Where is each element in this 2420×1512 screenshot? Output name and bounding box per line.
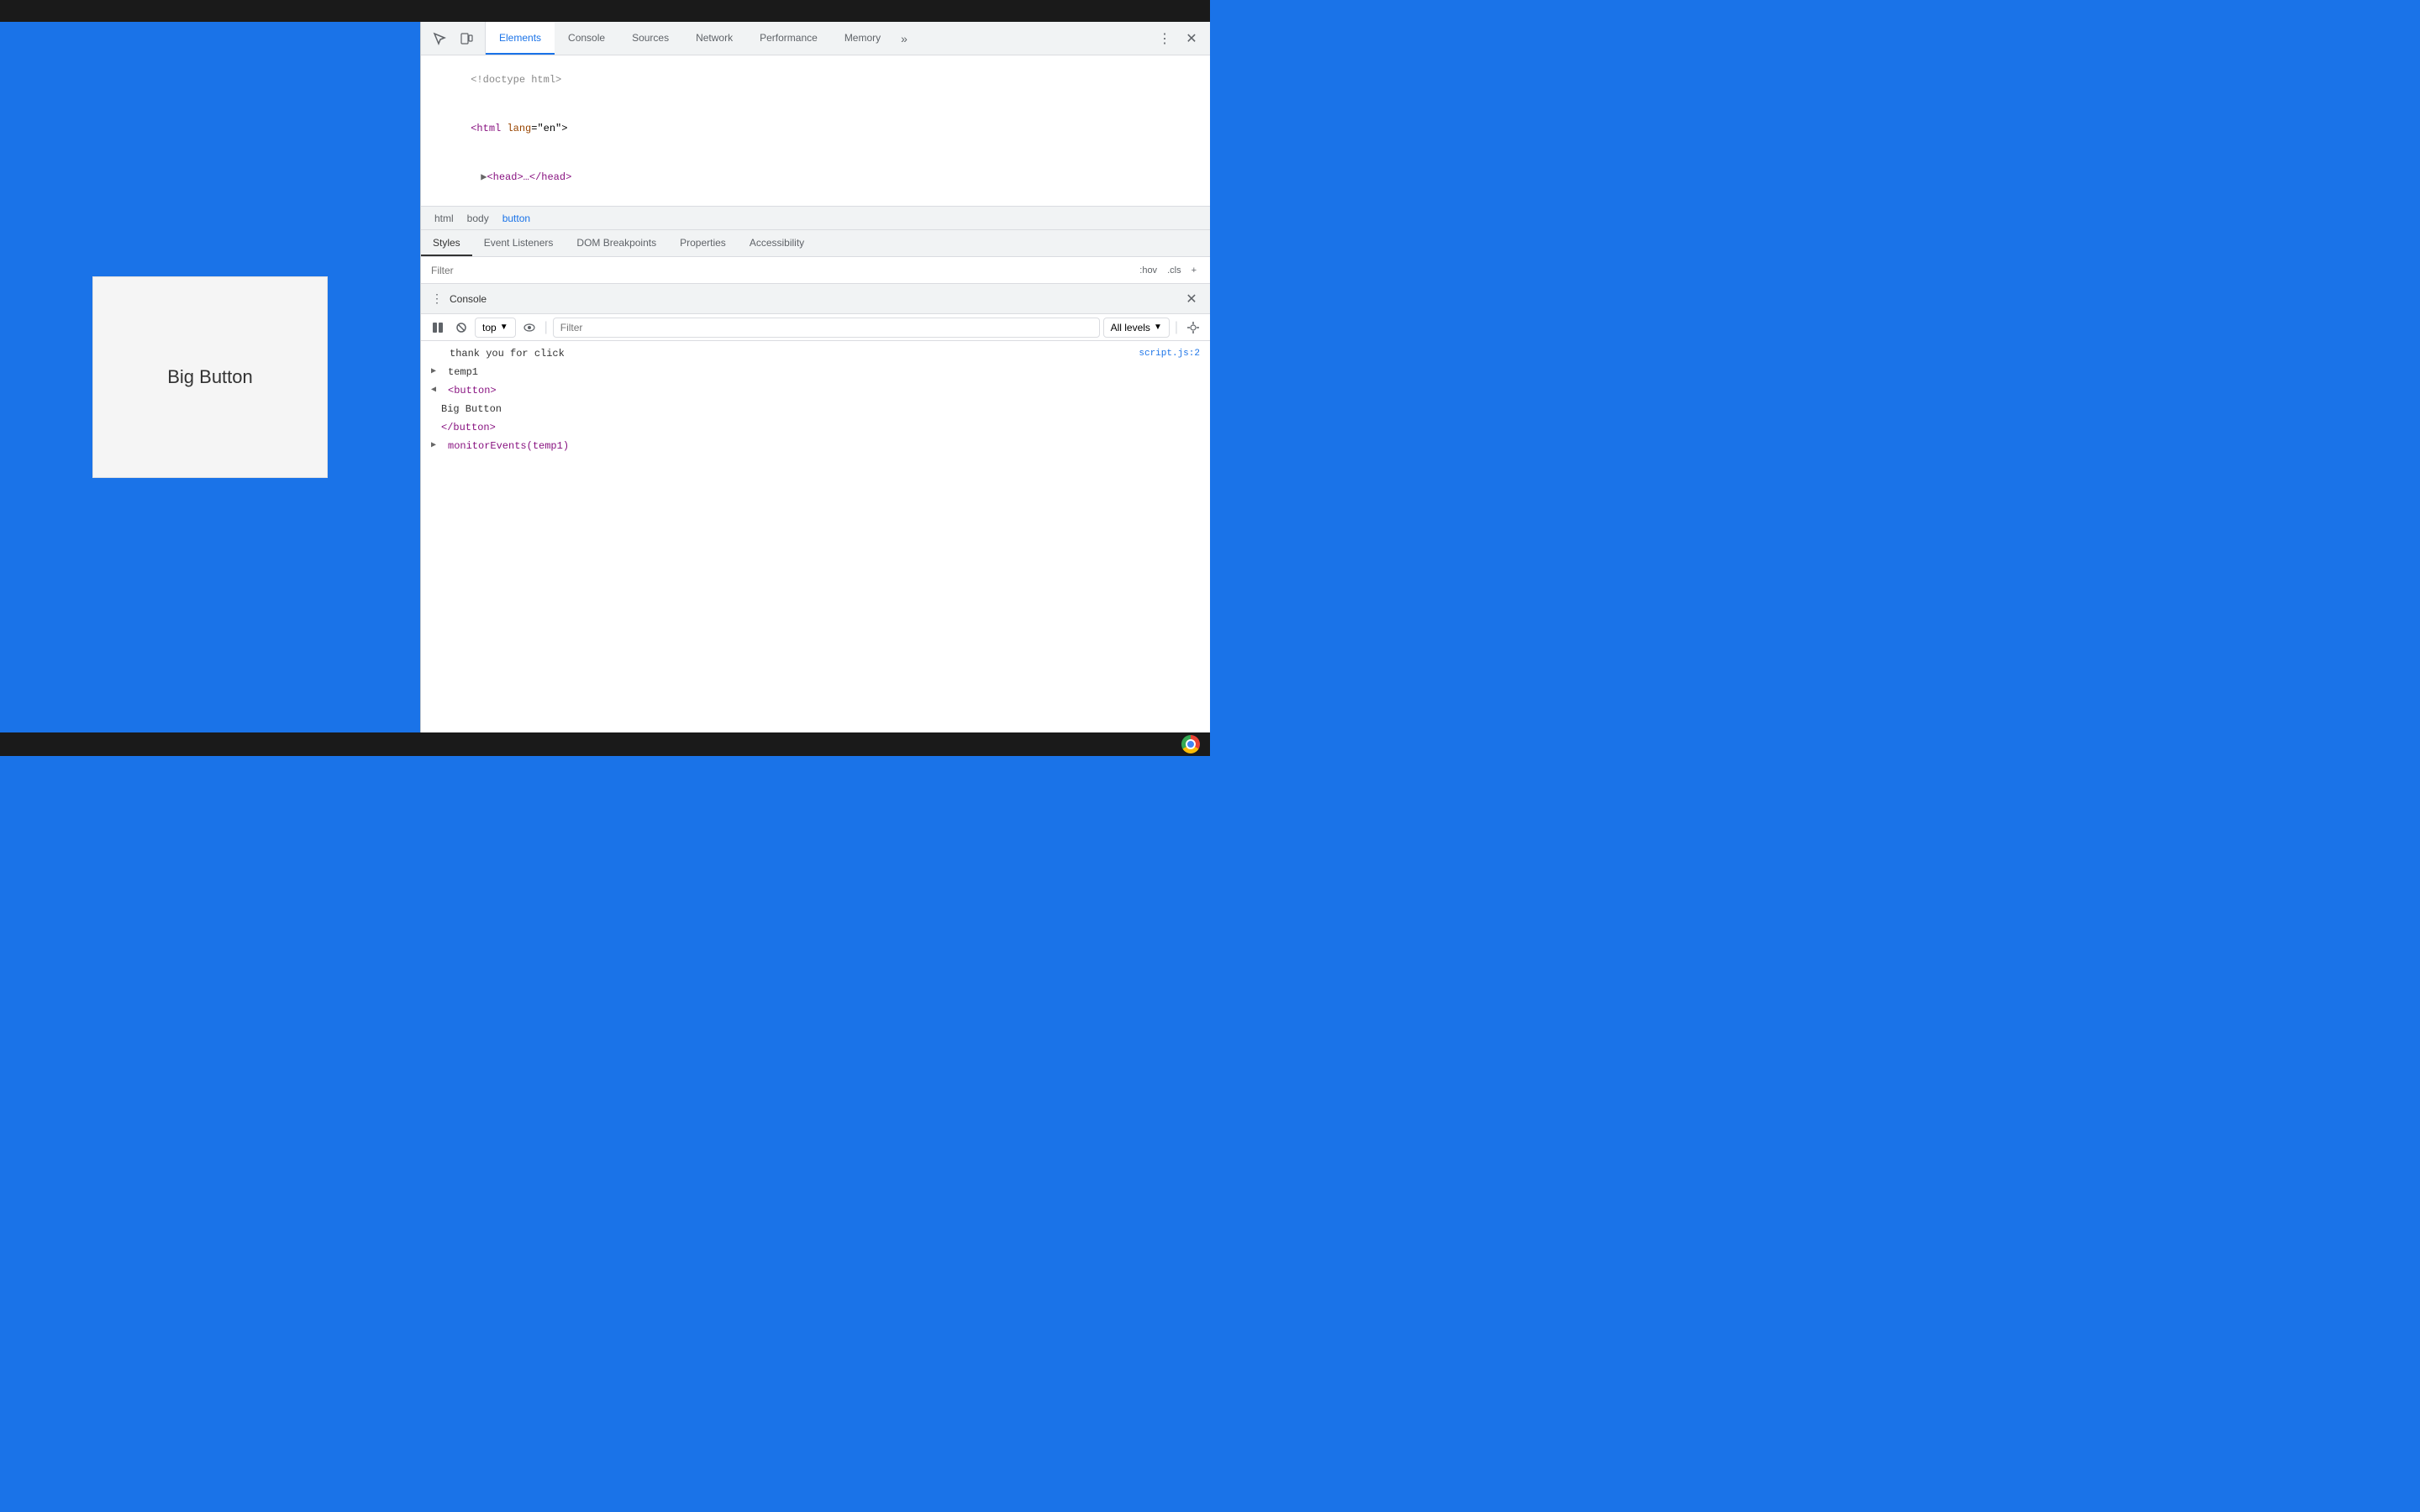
console-filter-input[interactable]: [553, 318, 1100, 338]
console-monitor-line: monitorEvents(temp1): [421, 437, 1210, 455]
breadcrumb-html[interactable]: html: [431, 211, 457, 226]
doctype-line: <!doctype html>: [421, 55, 1210, 104]
styles-filter-bar: :hov .cls +: [421, 257, 1210, 284]
html-open-line[interactable]: <html lang="en">: [421, 104, 1210, 153]
console-button-text-line: Big Button: [421, 400, 1210, 418]
devtools-tab-bar: Elements Console Sources Network Perform…: [421, 22, 1210, 55]
console-eye-button[interactable]: [519, 318, 539, 338]
tab-sources[interactable]: Sources: [618, 22, 682, 55]
console-level-dropdown[interactable]: All levels ▼: [1103, 318, 1170, 338]
subtab-accessibility[interactable]: Accessibility: [738, 230, 816, 256]
chrome-logo-icon: [1181, 735, 1200, 753]
console-temp1-label: temp1: [448, 365, 1200, 380]
console-big-button-text: Big Button: [441, 402, 1200, 417]
temp1-expand-icon[interactable]: [431, 365, 441, 380]
console-log-link[interactable]: script.js:2: [1139, 346, 1200, 361]
head-line[interactable]: ▶<head>…</head>: [421, 153, 1210, 202]
console-section: ⋮ Console ✕ top ▼: [421, 284, 1210, 732]
styles-subtabs: Styles Event Listeners DOM Breakpoints P…: [421, 230, 1210, 257]
inspect-element-button[interactable]: [428, 27, 451, 50]
console-temp1-line: temp1: [421, 363, 1210, 381]
console-clear-button[interactable]: [451, 318, 471, 338]
console-button-close-line: </button>: [421, 418, 1210, 437]
console-log-line: ▶ thank you for click script.js:2: [421, 344, 1210, 363]
monitor-expand-icon[interactable]: [431, 438, 441, 454]
tab-memory[interactable]: Memory: [831, 22, 894, 55]
more-tabs-button[interactable]: »: [894, 22, 914, 55]
hov-button[interactable]: :hov: [1136, 264, 1160, 277]
console-close-button[interactable]: ✕: [1183, 291, 1200, 307]
console-log-text: thank you for click: [450, 346, 1132, 361]
console-monitor-text: monitorEvents(temp1): [448, 438, 569, 454]
console-toolbar: top ▼ | All levels ▼ |: [421, 314, 1210, 341]
demo-button-label: Big Button: [167, 366, 253, 388]
demo-button-box[interactable]: Big Button: [92, 276, 328, 478]
device-toolbar-button[interactable]: [455, 27, 478, 50]
cls-button[interactable]: .cls: [1164, 264, 1185, 277]
subtab-event-listeners[interactable]: Event Listeners: [472, 230, 566, 256]
breadcrumb-body[interactable]: body: [464, 211, 492, 226]
styles-filter-input[interactable]: [431, 265, 1129, 276]
devtools-panel: Elements Console Sources Network Perform…: [420, 22, 1210, 732]
breadcrumb-bar: html body button: [421, 207, 1210, 230]
console-context-dropdown[interactable]: top ▼: [475, 318, 516, 338]
tab-console[interactable]: Console: [555, 22, 618, 55]
console-settings-button[interactable]: [1183, 318, 1203, 338]
webpage-preview: Big Button: [0, 22, 420, 732]
devtools-close-button[interactable]: ✕: [1180, 27, 1203, 50]
bottom-browser-bar: [0, 732, 1210, 756]
tab-elements[interactable]: Elements: [486, 22, 555, 55]
devtools-menu-button[interactable]: ⋮: [1153, 27, 1176, 50]
subtab-properties[interactable]: Properties: [668, 230, 738, 256]
tab-performance[interactable]: Performance: [746, 22, 831, 55]
devtools-action-buttons: ⋮ ✕: [1146, 22, 1210, 55]
elements-html-tree: <!doctype html> <html lang="en"> ▶<head>…: [421, 55, 1210, 207]
tab-network[interactable]: Network: [682, 22, 746, 55]
console-button-close-tag: </button>: [441, 420, 496, 435]
subtab-dom-breakpoints[interactable]: DOM Breakpoints: [565, 230, 668, 256]
console-play-button[interactable]: [428, 318, 448, 338]
subtab-styles[interactable]: Styles: [421, 230, 472, 256]
add-style-button[interactable]: +: [1188, 264, 1200, 277]
console-button-open-tag: <button>: [448, 383, 497, 398]
console-menu-button[interactable]: ⋮: [431, 291, 443, 306]
console-arrow-left-line: ◀ <button>: [421, 381, 1210, 400]
console-header: ⋮ Console ✕: [421, 284, 1210, 314]
console-title: Console: [450, 293, 1176, 305]
breadcrumb-button[interactable]: button: [499, 211, 534, 226]
devtools-icon-group: [421, 22, 486, 55]
devtools-tabs-container: Elements Console Sources Network Perform…: [486, 22, 1146, 55]
styles-filter-buttons: :hov .cls +: [1136, 264, 1200, 277]
console-output: ▶ thank you for click script.js:2 temp1 …: [421, 341, 1210, 732]
top-browser-bar: [0, 0, 1210, 22]
